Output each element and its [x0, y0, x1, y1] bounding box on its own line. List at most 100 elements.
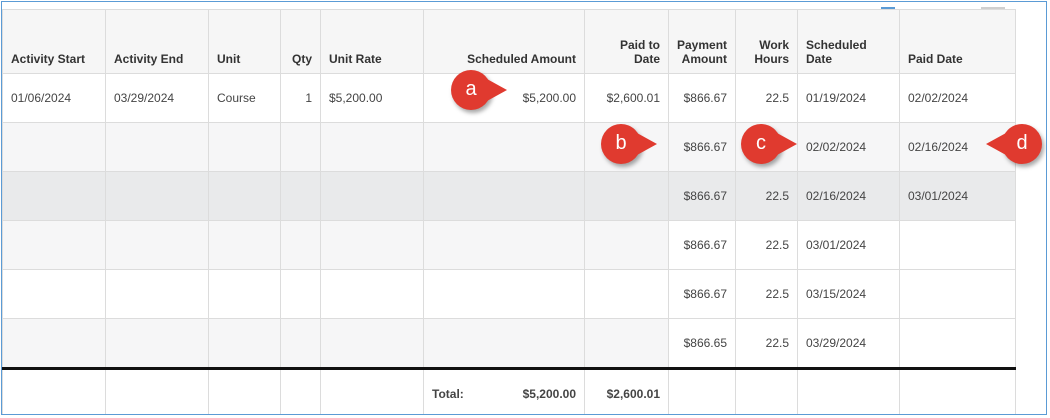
- header-activity-start[interactable]: Activity Start: [2, 9, 106, 74]
- cell-empty: [423, 318, 585, 369]
- cell-empty: [320, 318, 424, 369]
- cell-empty: [320, 171, 424, 221]
- total-row: Total: $5,200.00 $2,600.01: [2, 367, 1016, 414]
- cell-activity-end: 03/29/2024: [105, 73, 209, 123]
- header-unit[interactable]: Unit: [208, 9, 281, 74]
- cell-empty: [105, 269, 209, 319]
- cell-payment-amount: $866.67: [668, 269, 736, 319]
- cell-empty: [584, 269, 669, 319]
- cell-paid-date: [899, 220, 1016, 270]
- table-row[interactable]: $866.65 22.5 03/29/2024: [2, 318, 1016, 369]
- header-scheduled-amount[interactable]: Scheduled Amount: [423, 9, 585, 74]
- cell-empty: [280, 269, 321, 319]
- cell-empty: [584, 318, 669, 369]
- callout-c-label: c: [756, 132, 766, 154]
- callout-b-label: b: [615, 132, 627, 154]
- header-payment-amount[interactable]: Payment Amount: [668, 9, 736, 74]
- cell-empty: [423, 122, 585, 172]
- cell-work-hours: 22.5: [735, 220, 798, 270]
- cell-empty: [797, 367, 900, 414]
- cell-paid-date: [899, 318, 1016, 369]
- cell-empty: [105, 367, 209, 414]
- cell-scheduled-date: 02/02/2024: [797, 122, 900, 172]
- cell-payment-amount: $866.65: [668, 318, 736, 369]
- cell-empty: [280, 220, 321, 270]
- cell-empty: [280, 318, 321, 369]
- cell-empty: [105, 171, 209, 221]
- header-row: Activity Start Activity End Unit Qty Uni…: [2, 9, 1016, 74]
- cell-empty: [208, 367, 281, 414]
- callout-a-label: a: [465, 78, 477, 100]
- cell-empty: [584, 220, 669, 270]
- table-row[interactable]: $866.67 02/02/2024 02/16/2024: [2, 122, 1016, 172]
- callout-d-label: d: [1016, 132, 1028, 154]
- cell-empty: [208, 318, 281, 369]
- cell-payment-amount: $866.67: [668, 220, 736, 270]
- cell-empty: [423, 220, 585, 270]
- cell-paid-date: [899, 269, 1016, 319]
- screenshot-frame: Activity Start Activity End Unit Qty Uni…: [1, 1, 1047, 415]
- cell-empty: [280, 171, 321, 221]
- cell-work-hours: 22.5: [735, 269, 798, 319]
- total-label: Total:: [432, 387, 464, 401]
- cell-empty: [2, 122, 106, 172]
- cell-scheduled-date: 02/16/2024: [797, 171, 900, 221]
- cell-empty: [280, 367, 321, 414]
- cell-empty: [280, 122, 321, 172]
- table-row[interactable]: 01/06/2024 03/29/2024 Course 1 $5,200.00…: [2, 73, 1016, 123]
- cell-empty: [105, 122, 209, 172]
- callout-d: d: [986, 124, 1042, 164]
- cell-empty: [208, 220, 281, 270]
- cell-empty: [584, 171, 669, 221]
- header-unit-rate[interactable]: Unit Rate: [320, 9, 424, 74]
- cell-empty: [320, 122, 424, 172]
- cell-empty: [2, 220, 106, 270]
- header-activity-end[interactable]: Activity End: [105, 9, 209, 74]
- cell-unit: Course: [208, 73, 281, 123]
- cell-empty: [320, 220, 424, 270]
- table-row[interactable]: $866.67 22.5 03/01/2024: [2, 220, 1016, 270]
- cell-payment-amount: $866.67: [668, 122, 736, 172]
- cell-empty: [423, 269, 585, 319]
- cell-scheduled-date: 03/01/2024: [797, 220, 900, 270]
- cell-empty: [208, 171, 281, 221]
- cell-unit-rate: $5,200.00: [320, 73, 424, 123]
- cell-qty: 1: [280, 73, 321, 123]
- cell-paid-date: 02/02/2024: [899, 73, 1016, 123]
- header-work-hours[interactable]: Work Hours: [735, 9, 798, 74]
- header-paid-date[interactable]: Paid Date: [899, 9, 1016, 74]
- cell-empty: [208, 122, 281, 172]
- cell-scheduled-date: 03/29/2024: [797, 318, 900, 369]
- cell-paid-date: 03/01/2024: [899, 171, 1016, 221]
- cell-empty: [2, 269, 106, 319]
- cell-empty: [2, 318, 106, 369]
- cell-empty: [668, 367, 736, 414]
- cell-work-hours: 22.5: [735, 171, 798, 221]
- cell-empty: [320, 367, 424, 414]
- cell-work-hours: 22.5: [735, 318, 798, 369]
- cell-empty: [2, 367, 106, 414]
- cell-empty: [423, 171, 585, 221]
- cell-scheduled-date: 03/15/2024: [797, 269, 900, 319]
- table-row[interactable]: $866.67 22.5 02/16/2024 03/01/2024: [2, 171, 1016, 221]
- callout-c: c: [741, 124, 797, 164]
- cell-empty: [208, 269, 281, 319]
- header-qty[interactable]: Qty: [280, 9, 321, 74]
- total-scheduled-amount: $5,200.00: [522, 387, 576, 401]
- cell-empty: [320, 269, 424, 319]
- cell-paid-to-date: $2,600.01: [584, 73, 669, 123]
- cell-empty: [735, 367, 798, 414]
- total-paid-to-date: $2,600.01: [584, 367, 669, 414]
- cell-empty: [899, 367, 1016, 414]
- cell-work-hours: 22.5: [735, 73, 798, 123]
- payment-schedule-table: Activity Start Activity End Unit Qty Uni…: [2, 9, 1016, 414]
- cell-empty: [105, 318, 209, 369]
- header-scheduled-date[interactable]: Scheduled Date: [797, 9, 900, 74]
- table-row[interactable]: $866.67 22.5 03/15/2024: [2, 269, 1016, 319]
- callout-b: b: [601, 124, 657, 164]
- cell-empty: [2, 171, 106, 221]
- header-paid-to-date[interactable]: Paid to Date: [584, 9, 669, 74]
- cell-payment-amount: $866.67: [668, 73, 736, 123]
- cell-total-scheduled: Total: $5,200.00: [423, 367, 585, 414]
- callout-a: a: [451, 70, 507, 110]
